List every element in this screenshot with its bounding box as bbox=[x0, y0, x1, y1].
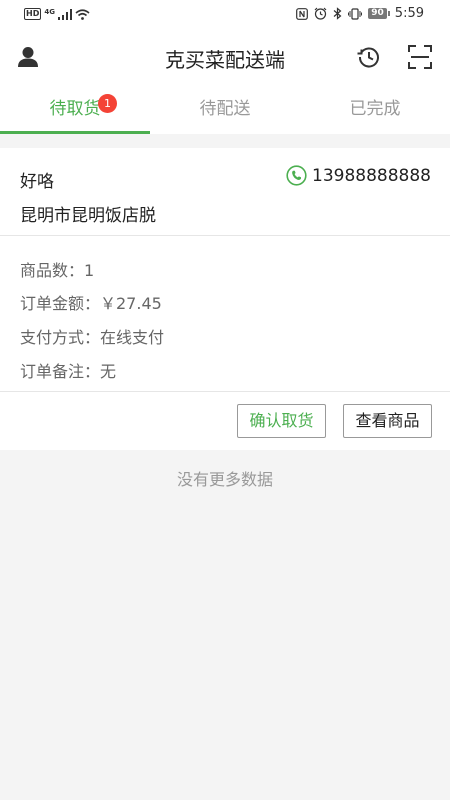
vibrate-icon bbox=[348, 7, 363, 20]
nfc-icon bbox=[296, 7, 309, 20]
delivery-address: 昆明市昆明饭店脱 bbox=[20, 206, 156, 226]
phone-number: 13988888888 bbox=[312, 165, 431, 186]
status-left: HD 4G bbox=[24, 8, 90, 20]
tab-label: 已完成 bbox=[349, 99, 401, 119]
tab-pending-pickup[interactable]: 待取货 1 bbox=[0, 84, 150, 134]
tab-label: 待取货 bbox=[49, 99, 101, 119]
scan-icon[interactable] bbox=[407, 44, 433, 70]
no-more-data-text: 没有更多数据 bbox=[176, 470, 273, 489]
app-header: 克买菜配送端 bbox=[0, 32, 450, 84]
page-title: 克买菜配送端 bbox=[165, 48, 285, 72]
order-note: 订单备注：无 bbox=[20, 362, 117, 381]
history-icon[interactable] bbox=[356, 44, 382, 70]
order-amount: 订单金额：￥27.45 bbox=[20, 294, 162, 313]
bluetooth-icon bbox=[333, 7, 342, 20]
item-count: 商品数：1 bbox=[20, 261, 95, 280]
divider bbox=[0, 235, 450, 236]
phone-icon bbox=[286, 165, 307, 186]
order-card: 好咯 13988888888 昆明市昆明饭店脱 商品数：1 订单金额：￥27.4… bbox=[0, 148, 450, 450]
wifi-icon bbox=[75, 8, 90, 20]
alarm-icon bbox=[314, 7, 327, 20]
clock: 5:59 bbox=[394, 6, 424, 21]
tab-completed[interactable]: 已完成 bbox=[300, 84, 450, 134]
battery-icon: 90 bbox=[368, 8, 390, 19]
network-type: 4G bbox=[44, 8, 55, 16]
tab-label: 待配送 bbox=[199, 99, 251, 119]
signal-icon bbox=[57, 8, 72, 20]
phone-link[interactable]: 13988888888 bbox=[286, 165, 431, 186]
confirm-pickup-button[interactable]: 确认取货 bbox=[237, 404, 326, 438]
view-items-button[interactable]: 查看商品 bbox=[343, 404, 432, 438]
customer-name: 好咯 bbox=[20, 172, 54, 192]
tab-pending-delivery[interactable]: 待配送 bbox=[150, 84, 300, 134]
hd-indicator: HD bbox=[24, 8, 42, 20]
count-badge: 1 bbox=[98, 94, 117, 113]
status-right: 90 5:59 bbox=[296, 6, 424, 21]
payment-method: 支付方式：在线支付 bbox=[20, 328, 165, 347]
status-bar: HD 4G 90 5:59 bbox=[0, 0, 450, 32]
divider bbox=[0, 391, 450, 392]
tab-bar: 待取货 1 待配送 已完成 bbox=[0, 84, 450, 134]
